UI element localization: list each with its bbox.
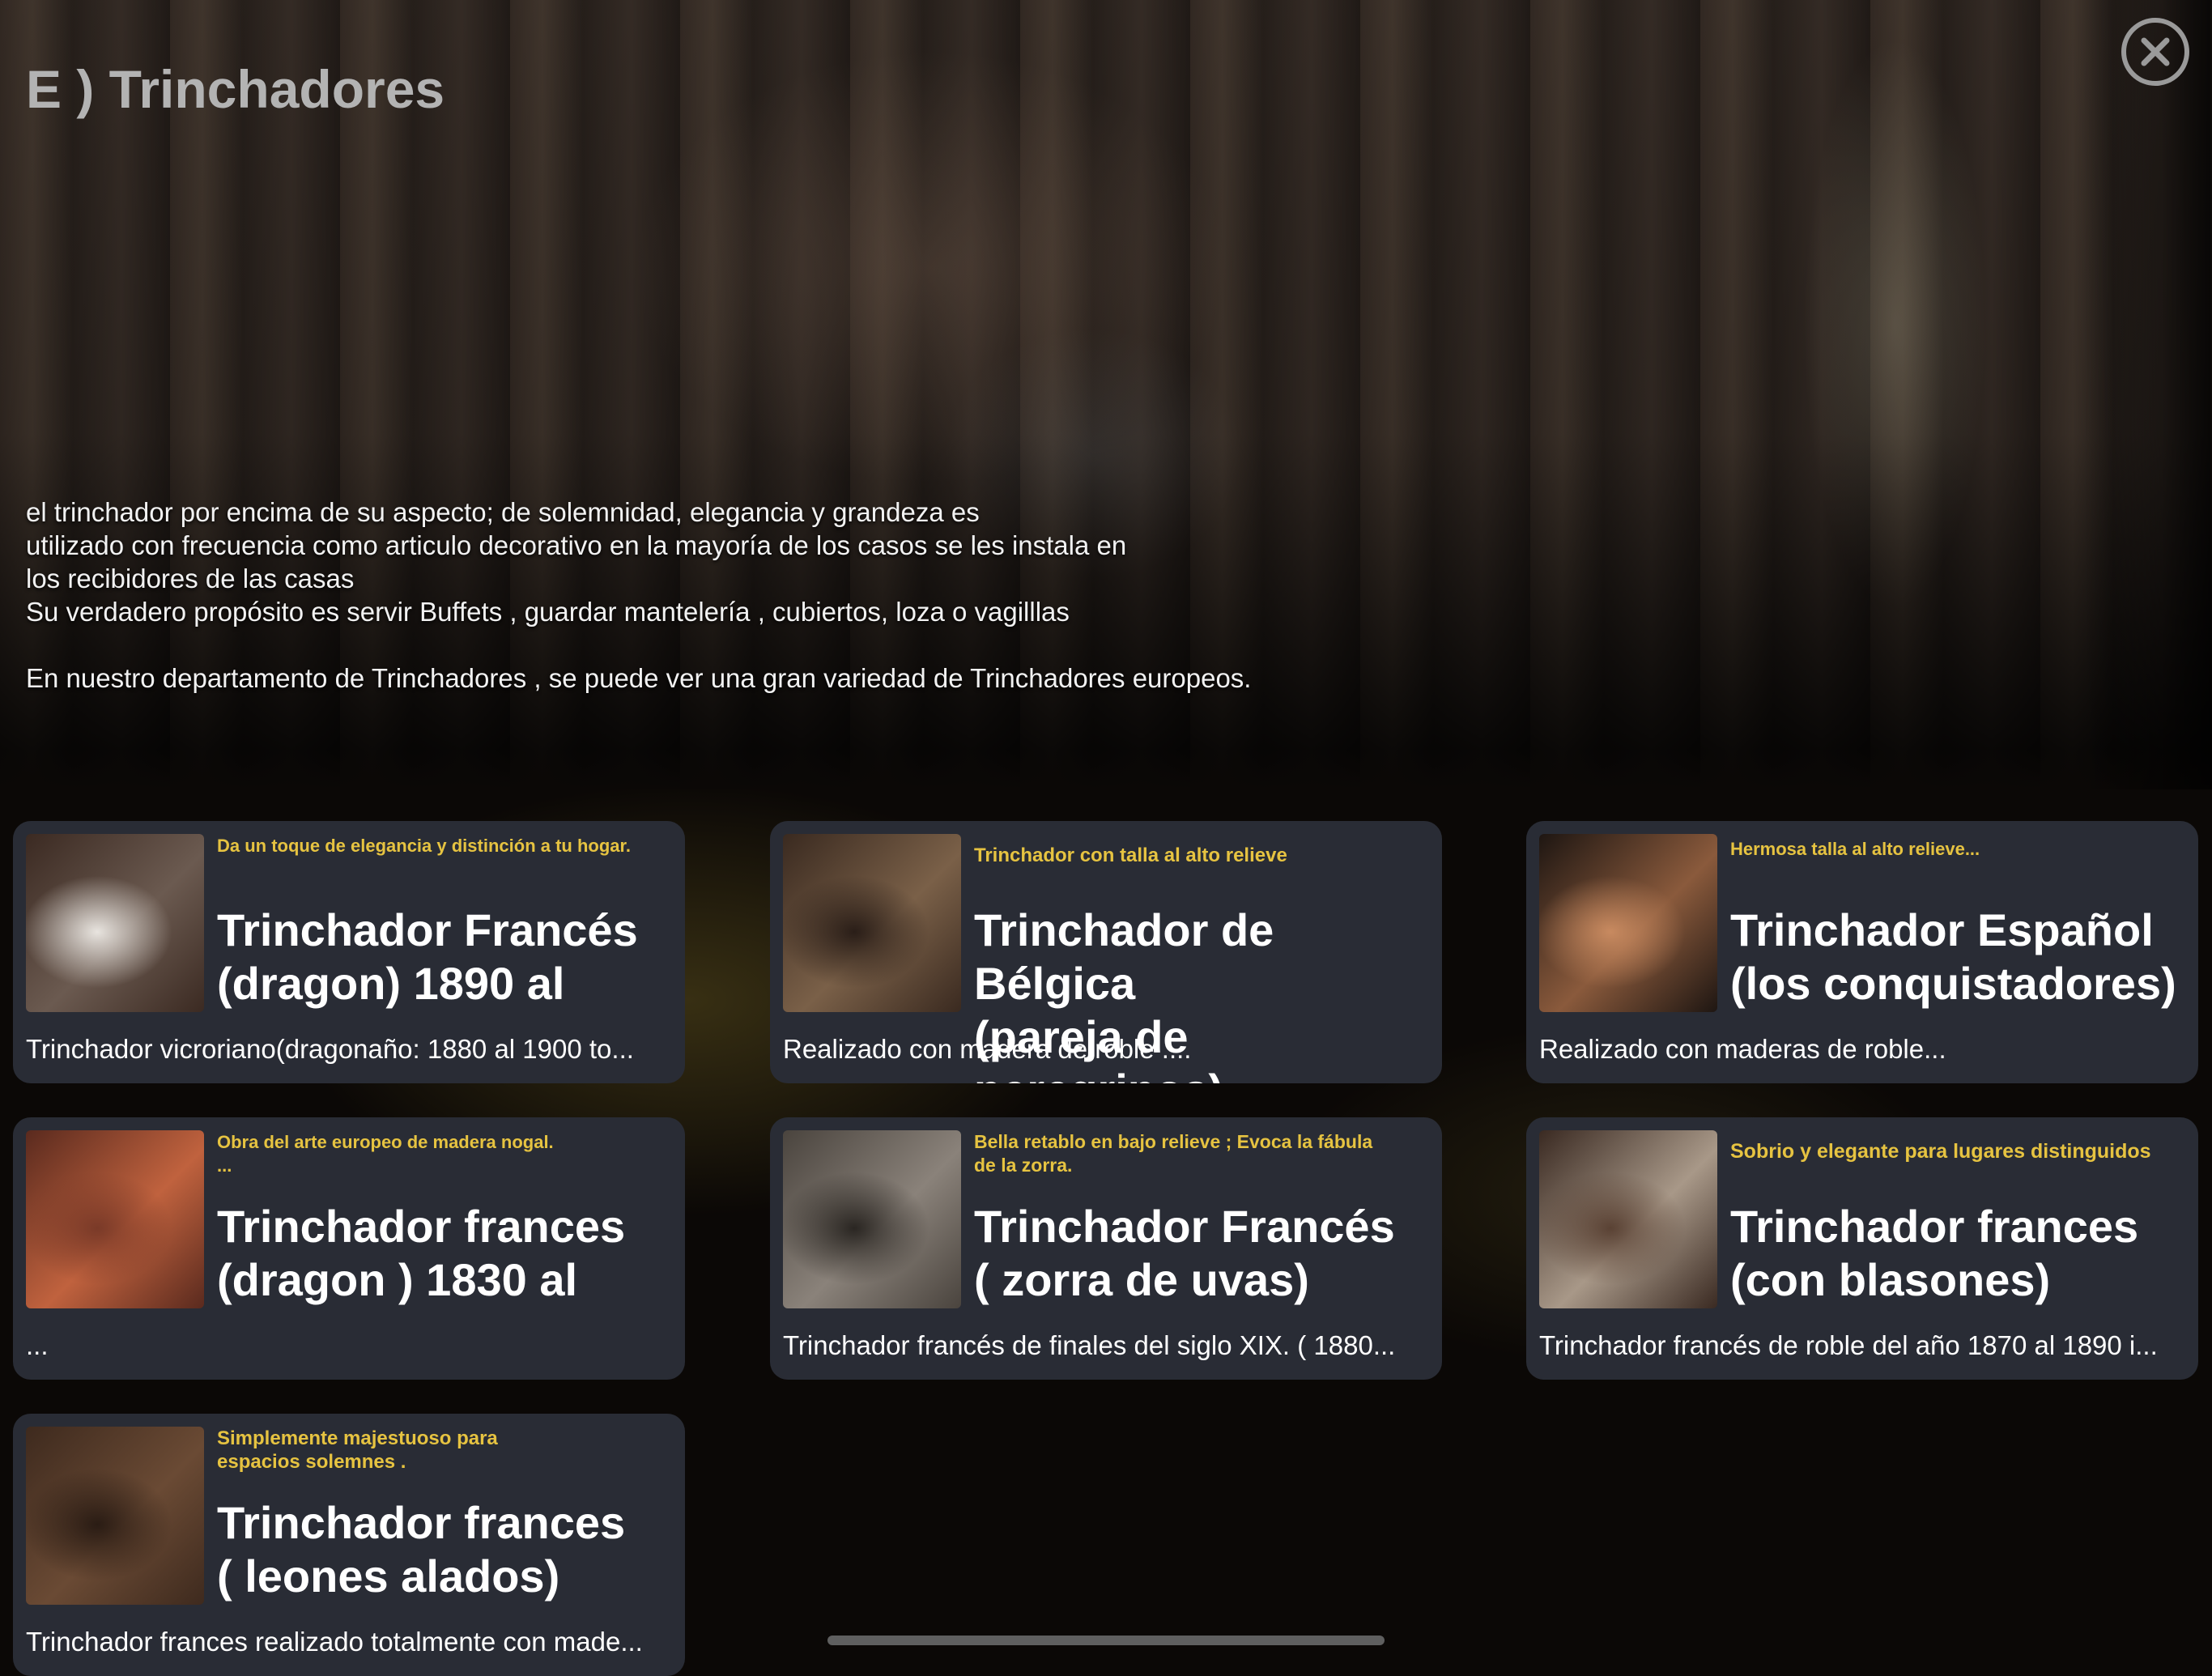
product-card-trinchador-frances-zorra[interactable]: Bella retablo en bajo relieve ; Evoca la… (770, 1117, 1442, 1380)
intro-text: el trinchador por encima de su aspecto; … (26, 496, 1402, 695)
product-thumbnail (26, 834, 204, 1012)
product-card-trinchador-frances-dragon-1830[interactable]: Obra del arte europeo de madera nogal. .… (13, 1117, 685, 1380)
product-thumbnail (1539, 834, 1717, 1012)
product-card-trinchador-belgica[interactable]: Trinchador con talla al alto relieve Tri… (770, 821, 1442, 1083)
product-thumbnail (26, 1130, 204, 1308)
product-title: Trinchador Francés (dragon) 1890 al (217, 904, 638, 1009)
page-title: E ) Trinchadores (26, 59, 445, 119)
close-icon[interactable] (2138, 34, 2173, 70)
product-tagline: Hermosa talla al alto relieve... (1730, 839, 1980, 859)
close-button[interactable] (2121, 18, 2189, 86)
home-indicator[interactable] (827, 1636, 1385, 1645)
product-description: Trinchador francés de finales del siglo … (783, 1330, 1396, 1360)
product-thumbnail (783, 834, 961, 1012)
product-card-trinchador-espanol[interactable]: Hermosa talla al alto relieve... Trincha… (1526, 821, 2198, 1083)
product-card-trinchador-frances-leones[interactable]: Simplemente majestuoso para espacios sol… (13, 1414, 685, 1676)
product-title: Trinchador frances ( leones alados) (217, 1497, 626, 1602)
product-description: ... (26, 1330, 49, 1360)
hero-edge-shade (2082, 0, 2212, 789)
product-tagline: Simplemente majestuoso para espacios sol… (217, 1427, 498, 1473)
intro-footer: En nuestro departamento de Trinchadores … (26, 663, 1252, 693)
product-thumbnail (26, 1427, 204, 1605)
product-tagline: Obra del arte europeo de madera nogal. .… (217, 1132, 554, 1176)
product-description: Trinchador francés de roble del año 1870… (1539, 1330, 2158, 1360)
product-tagline: Da un toque de elegancia y distinción a … (217, 836, 631, 856)
product-thumbnail (1539, 1130, 1717, 1308)
product-title: Trinchador frances (dragon ) 1830 al (217, 1201, 626, 1305)
product-description: Trinchador frances realizado totalmente … (26, 1627, 643, 1657)
product-description: Realizado con maderas de roble... (1539, 1034, 1946, 1064)
product-description: Realizado con madera de roble .... (783, 1034, 1192, 1064)
product-title: Trinchador Español (los conquistadores) (1730, 904, 2176, 1009)
intro-line: Su verdadero propósito es servir Buffets… (26, 597, 1070, 627)
intro-line: utilizado con frecuencia como articulo d… (26, 530, 1127, 560)
product-description: Trinchador vicroriano(dragonaño: 1880 al… (26, 1034, 634, 1064)
product-title: Trinchador Francés ( zorra de uvas) (974, 1201, 1395, 1305)
product-tagline: Trinchador con talla al alto relieve (974, 844, 1287, 866)
product-tagline: Bella retablo en bajo relieve ; Evoca la… (974, 1131, 1373, 1176)
product-thumbnail (783, 1130, 961, 1308)
product-title: Trinchador frances (con blasones) (1730, 1201, 2139, 1305)
product-card-trinchador-frances-blasones[interactable]: Sobrio y elegante para lugares distingui… (1526, 1117, 2198, 1380)
product-card-trinchador-frances-dragon-1890[interactable]: Da un toque de elegancia y distinción a … (13, 821, 685, 1083)
intro-line: el trinchador por encima de su aspecto; … (26, 497, 980, 527)
intro-line: los recibidores de las casas (26, 564, 355, 593)
product-tagline: Sobrio y elegante para lugares distingui… (1730, 1140, 2151, 1163)
